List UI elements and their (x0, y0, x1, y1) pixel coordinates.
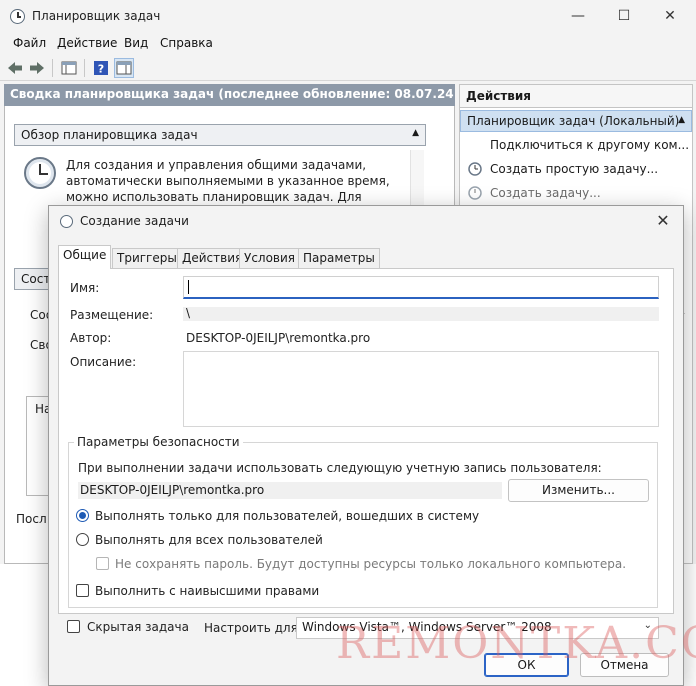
collapse-arrow-icon[interactable]: ▲ (412, 128, 419, 138)
actions-header: Действия (459, 84, 693, 108)
hidden-task-label[interactable]: Скрытая задача (87, 620, 189, 634)
collapse-arrow-icon[interactable]: ▲ (678, 115, 685, 125)
overview-scrollbar[interactable] (410, 150, 424, 210)
description-textarea[interactable] (183, 351, 659, 427)
tab-actions[interactable]: Действия (177, 248, 248, 268)
highest-privileges-checkbox[interactable] (76, 584, 89, 597)
tab-triggers[interactable]: Триггеры (112, 248, 182, 268)
radio-all-users-label[interactable]: Выполнять для всех пользователей (95, 533, 323, 547)
menu-bar: Файл Действие Вид Справка (0, 33, 696, 53)
no-store-password-checkbox[interactable] (96, 557, 109, 570)
maximize-button[interactable]: ☐ (601, 0, 647, 33)
svg-text:?: ? (98, 63, 104, 76)
tab-conditions[interactable]: Условия (239, 248, 301, 268)
clock-icon (10, 9, 25, 24)
text-caret (188, 280, 189, 294)
back-arrow-icon[interactable] (5, 58, 25, 78)
configure-for-value: Windows Vista™, Windows Server™ 2008 (302, 620, 552, 634)
dialog-title: Создание задачи (80, 214, 189, 228)
clock-icon (60, 215, 73, 228)
name-input[interactable] (183, 276, 659, 299)
hidden-task-checkbox[interactable] (67, 620, 80, 633)
action-connect[interactable]: Подключиться к другому ком... (490, 138, 689, 152)
highest-privileges-label[interactable]: Выполнить с наивысшими правами (95, 584, 319, 598)
actions-group-title: Планировщик задач (Локальный) (467, 114, 680, 128)
ok-button[interactable]: ОК (484, 653, 569, 677)
account-field: DESKTOP-0JEILJP\remontka.pro (78, 482, 502, 499)
dialog-close-button[interactable]: ✕ (650, 208, 676, 234)
clock-icon (24, 157, 56, 189)
toolbar: ? (0, 54, 696, 81)
radio-all-users[interactable] (76, 533, 89, 546)
console-tree-icon[interactable] (59, 58, 79, 78)
radio-logged-on-only-label[interactable]: Выполнять только для пользователей, воше… (95, 509, 479, 523)
action-create-task[interactable]: Создать задачу... (490, 186, 601, 200)
cancel-button[interactable]: Отмена (580, 653, 669, 677)
change-user-button[interactable]: Изменить... (508, 479, 649, 502)
author-label: Автор: (70, 331, 112, 345)
forward-arrow-icon[interactable] (27, 58, 47, 78)
menu-help[interactable]: Справка (160, 36, 213, 50)
menu-view[interactable]: Вид (124, 36, 148, 50)
create-task-icon (468, 186, 482, 200)
overview-section-header[interactable]: Обзор планировщика задач ▲ (14, 124, 426, 146)
close-button[interactable]: ✕ (647, 0, 693, 33)
configure-for-label: Настроить для: (204, 621, 302, 635)
author-value: DESKTOP-0JEILJP\remontka.pro (186, 331, 371, 345)
create-basic-task-icon (468, 162, 482, 176)
chevron-down-icon: ⌄ (643, 620, 652, 631)
action-create-basic-task[interactable]: Создать простую задачу... (490, 162, 658, 176)
summary-header: Сводка планировщика задач (последнее обн… (4, 84, 455, 106)
location-field: \ (183, 307, 659, 321)
radio-logged-on-only[interactable] (76, 509, 89, 522)
tab-general[interactable]: Общие (58, 245, 112, 269)
menu-file[interactable]: Файл (13, 36, 46, 50)
no-store-password-label: Не сохранять пароль. Будут доступны ресу… (115, 557, 627, 571)
action-pane-icon[interactable] (114, 58, 134, 78)
account-prompt: При выполнении задачи использовать следу… (78, 461, 602, 475)
title-bar: Планировщик задач — ☐ ✕ (0, 0, 696, 33)
security-options-legend: Параметры безопасности (74, 435, 243, 449)
help-icon[interactable]: ? (91, 58, 111, 78)
description-label: Описание: (70, 355, 137, 369)
location-label: Размещение: (70, 308, 154, 322)
actions-group-header[interactable]: Планировщик задач (Локальный) ▲ (460, 110, 692, 132)
menu-action[interactable]: Действие (57, 36, 117, 50)
overview-section-title: Обзор планировщика задач (21, 128, 198, 142)
minimize-button[interactable]: — (555, 0, 601, 33)
window-title: Планировщик задач (32, 9, 161, 23)
tab-settings[interactable]: Параметры (298, 248, 380, 268)
name-label: Имя: (70, 281, 100, 295)
summary-fragment: Посл (16, 512, 47, 526)
configure-for-select[interactable]: Windows Vista™, Windows Server™ 2008 ⌄ (296, 617, 659, 639)
